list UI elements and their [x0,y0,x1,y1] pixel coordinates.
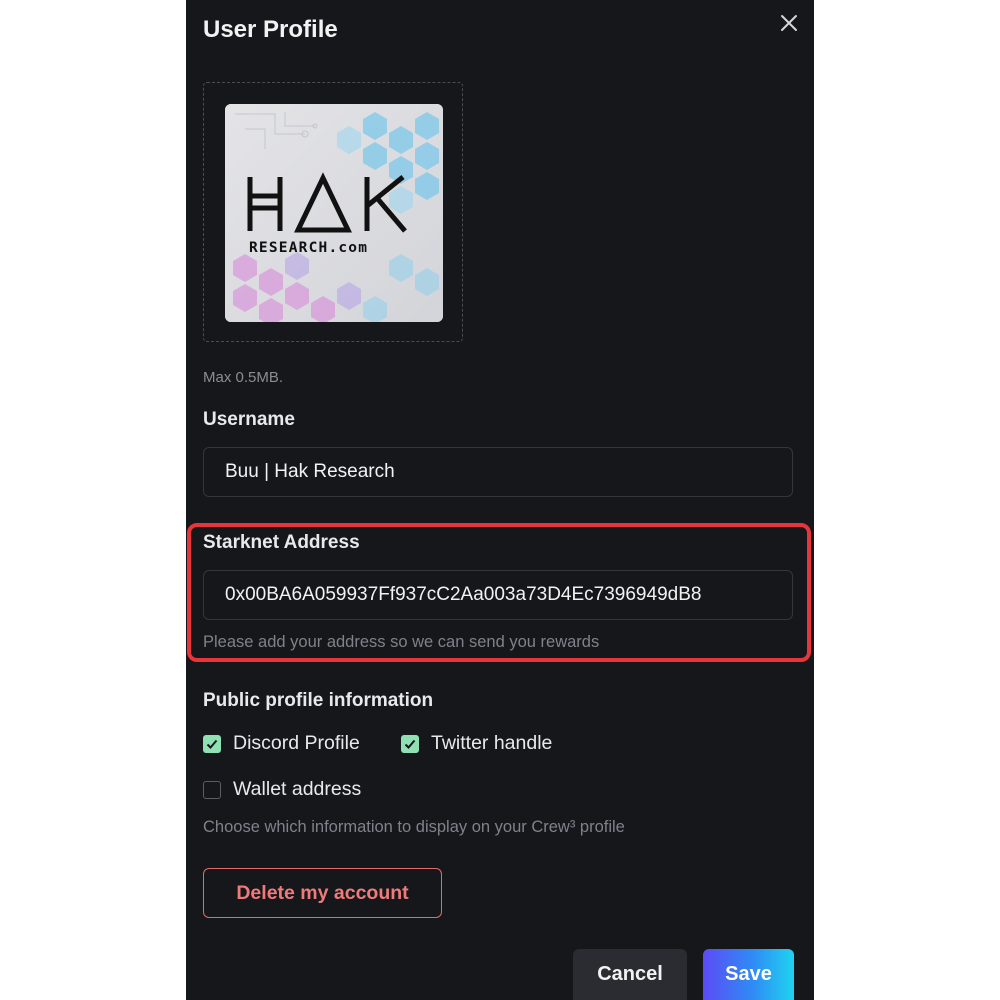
username-label: Username [203,409,295,430]
wallet-address-option[interactable]: Wallet address [203,778,361,801]
twitter-handle-checkbox[interactable] [401,734,419,753]
avatar-image: RESEARCH.com [225,104,443,322]
username-field[interactable]: Buu | Hak Research [203,447,793,497]
avatar-upload-dropzone[interactable]: RESEARCH.com [203,82,463,342]
close-button[interactable] [776,10,802,36]
discord-profile-option[interactable]: Discord Profile [203,732,360,755]
wallet-address-label: Wallet address [233,778,362,800]
user-profile-modal: User Profile RESEARCH.com Max 0.5MB. Use… [186,0,814,1000]
discord-profile-label: Discord Profile [233,732,360,754]
hak-research-logo: RESEARCH.com [225,104,443,322]
wallet-address-checkbox[interactable] [203,780,221,799]
twitter-handle-option[interactable]: Twitter handle [401,732,552,755]
public-profile-helper: Choose which information to display on y… [203,818,625,836]
close-icon [781,15,797,31]
upload-size-hint: Max 0.5MB. [203,369,284,386]
checkmark-icon [404,739,416,749]
save-button[interactable]: Save [703,949,794,1000]
discord-profile-checkbox[interactable] [203,734,221,753]
cancel-button[interactable]: Cancel [573,949,687,1000]
modal-title: User Profile [203,16,338,43]
public-profile-heading: Public profile information [203,690,434,711]
logo-subtext: RESEARCH.com [249,240,368,256]
starknet-address-field[interactable]: 0x00BA6A059937Ff937cC2Aa003a73D4Ec739694… [203,570,793,620]
twitter-handle-label: Twitter handle [431,732,553,754]
starknet-address-label: Starknet Address [203,532,360,553]
delete-account-button[interactable]: Delete my account [203,868,442,918]
starknet-address-helper: Please add your address so we can send y… [203,633,600,651]
checkmark-icon [206,739,218,749]
